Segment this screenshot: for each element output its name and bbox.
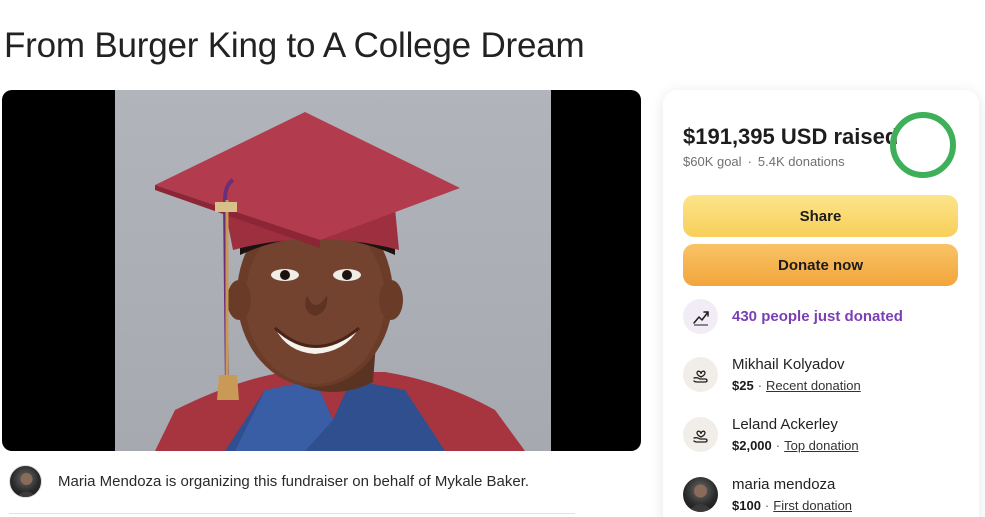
amount-value: $191,395 <box>683 124 775 149</box>
share-button[interactable]: Share <box>683 195 958 237</box>
heart-hand-icon <box>683 357 718 392</box>
organizer-text: Maria Mendoza is organizing this fundrai… <box>58 473 530 490</box>
campaign-photo <box>115 90 551 451</box>
amount-raised: $191,395 USD raised <box>683 124 898 150</box>
donor-detail: $100 · First donation <box>732 498 852 513</box>
detail-separator: · <box>764 498 770 513</box>
trending-up-icon <box>683 299 718 334</box>
donor-name: Leland Ackerley <box>732 416 838 433</box>
donor-name: maria mendoza <box>732 476 836 493</box>
campaign-media[interactable] <box>2 90 641 451</box>
donation-tag-link[interactable]: Recent donation <box>766 378 861 393</box>
donation-card: $191,395 USD raised $60K goal · 5.4K donat… <box>663 90 979 517</box>
donate-now-button[interactable]: Donate now <box>683 244 958 286</box>
page-title: From Burger King to A College Dream <box>4 26 585 65</box>
donor-item: maria mendoza $100 · First donation <box>683 476 852 513</box>
donor-amount: $100 <box>732 498 761 513</box>
detail-separator: · <box>757 378 763 393</box>
donation-tag-link[interactable]: First donation <box>773 498 852 513</box>
progress-ring <box>890 112 956 178</box>
donor-item: Mikhail Kolyadov $25 · Recent donation <box>683 356 861 393</box>
donor-item: Leland Ackerley $2,000 · Top donation <box>683 416 859 453</box>
donor-detail: $25 · Recent donation <box>732 378 861 393</box>
donor-detail: $2,000 · Top donation <box>732 438 859 453</box>
donor-name: Mikhail Kolyadov <box>732 356 845 373</box>
donor-amount: $2,000 <box>732 438 772 453</box>
detail-separator: · <box>775 438 781 453</box>
goal-meta: $60K goal · 5.4K donations <box>683 154 845 169</box>
amount-unit: USD raised <box>780 124 899 149</box>
organizer-row: Maria Mendoza is organizing this fundrai… <box>9 465 529 498</box>
organizer-avatar[interactable] <box>9 465 42 498</box>
recent-activity-text: 430 people just donated <box>732 307 903 325</box>
heart-hand-icon <box>683 417 718 452</box>
goal-text: $60K goal <box>683 154 742 169</box>
section-divider <box>9 513 575 514</box>
donor-avatar <box>683 477 718 512</box>
donations-count: 5.4K donations <box>757 154 845 169</box>
donor-amount: $25 <box>732 378 754 393</box>
recent-activity-row[interactable]: 430 people just donated <box>683 299 903 334</box>
organizer-avatar-image <box>16 473 37 497</box>
meta-separator: · <box>747 154 752 169</box>
donation-tag-link[interactable]: Top donation <box>784 438 858 453</box>
graduate-portrait-image <box>155 112 525 451</box>
